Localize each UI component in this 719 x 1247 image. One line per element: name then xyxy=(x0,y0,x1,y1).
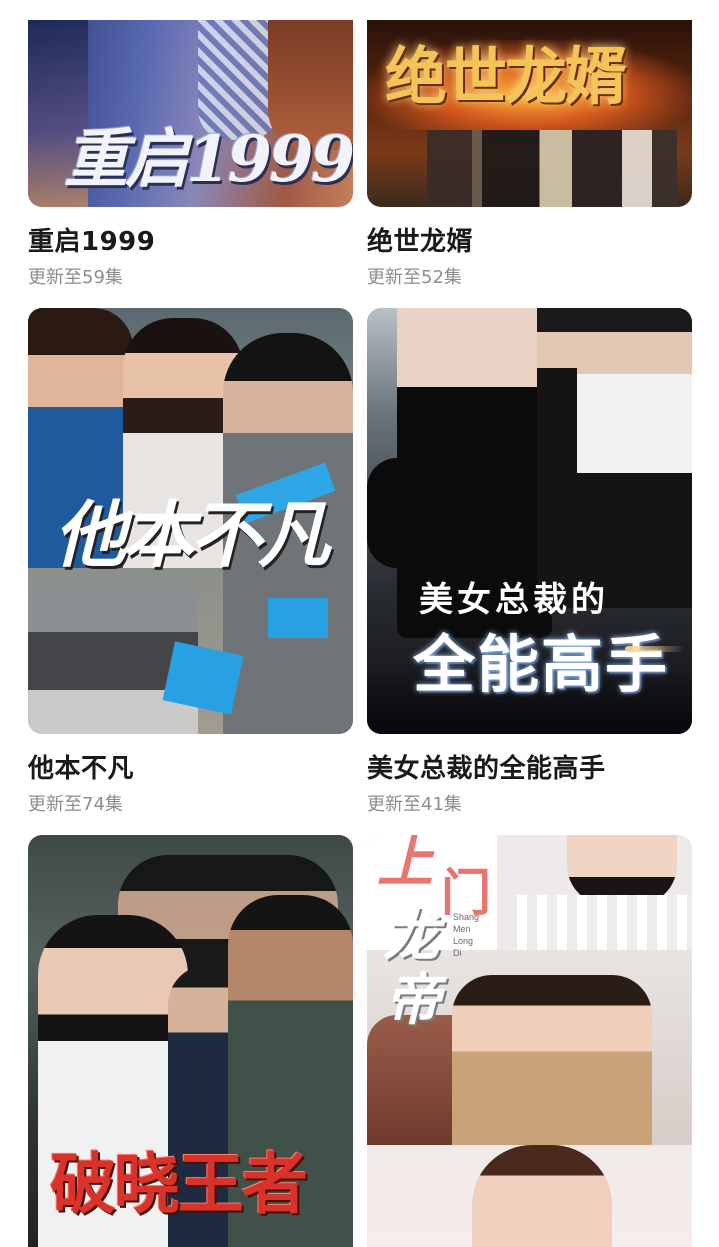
drama-card[interactable]: 上 门 龙 帝 Shang Men Long Di xyxy=(367,835,692,1247)
episode-status: 更新至59集 xyxy=(28,267,123,288)
poster-title-art: 全能高手 xyxy=(413,628,670,701)
drama-poster[interactable]: 重启1999 xyxy=(28,20,353,207)
poster-title-art: 破晓王者 xyxy=(50,1145,308,1223)
drama-card[interactable]: 美女总裁的 全能高手 美女总裁的全能高手 更新至41集 xyxy=(367,308,692,816)
drama-card[interactable]: 他本不凡 他本不凡 更新至74集 xyxy=(28,308,353,816)
poster-title-art: 他本不凡 xyxy=(54,492,330,577)
poster-title-art: 帝 xyxy=(385,967,441,1033)
pinyin-line: Long xyxy=(453,936,474,946)
pinyin-line: Di xyxy=(453,948,462,958)
episode-status: 更新至41集 xyxy=(367,794,462,815)
drama-title[interactable]: 重启1999 xyxy=(28,221,353,258)
episode-status: 更新至52集 xyxy=(367,267,462,288)
poster-title-art: 绝世龙婿 xyxy=(385,40,627,113)
drama-poster[interactable]: 他本不凡 xyxy=(28,308,353,734)
drama-poster[interactable]: 美女总裁的 全能高手 xyxy=(367,308,692,734)
drama-card[interactable]: 破晓王者 xyxy=(28,835,353,1247)
episode-status: 更新至74集 xyxy=(28,794,123,815)
poster-title-art: 上 xyxy=(377,835,433,895)
drama-card[interactable]: 重启1999 重启1999 更新至59集 xyxy=(28,20,353,289)
poster-figure xyxy=(367,458,437,568)
drama-grid: 重启1999 重启1999 更新至59集 绝世龙婿 绝世龙婿 更新至52集 他本… xyxy=(28,0,692,1247)
poster-figure xyxy=(452,975,652,1145)
poster-pinyin: Shang Men Long Di xyxy=(453,911,479,959)
poster-bullet-streak xyxy=(625,646,685,652)
poster-costume-patch xyxy=(268,598,328,638)
poster-title-art: 重启1999 xyxy=(64,122,353,197)
drama-card[interactable]: 绝世龙婿 绝世龙婿 更新至52集 xyxy=(367,20,692,289)
poster-figure xyxy=(517,895,692,950)
drama-poster[interactable]: 绝世龙婿 xyxy=(367,20,692,207)
poster-figure xyxy=(472,1145,612,1247)
drama-title[interactable]: 绝世龙婿 xyxy=(367,221,692,258)
pinyin-line: Shang xyxy=(453,912,480,922)
drama-title[interactable]: 美女总裁的全能高手 xyxy=(367,748,692,785)
poster-figures xyxy=(427,130,677,207)
pinyin-line: Men xyxy=(453,924,471,934)
drama-title[interactable]: 他本不凡 xyxy=(28,748,353,785)
drama-poster[interactable]: 上 门 龙 帝 Shang Men Long Di xyxy=(367,835,692,1247)
drama-poster[interactable]: 破晓王者 xyxy=(28,835,353,1247)
